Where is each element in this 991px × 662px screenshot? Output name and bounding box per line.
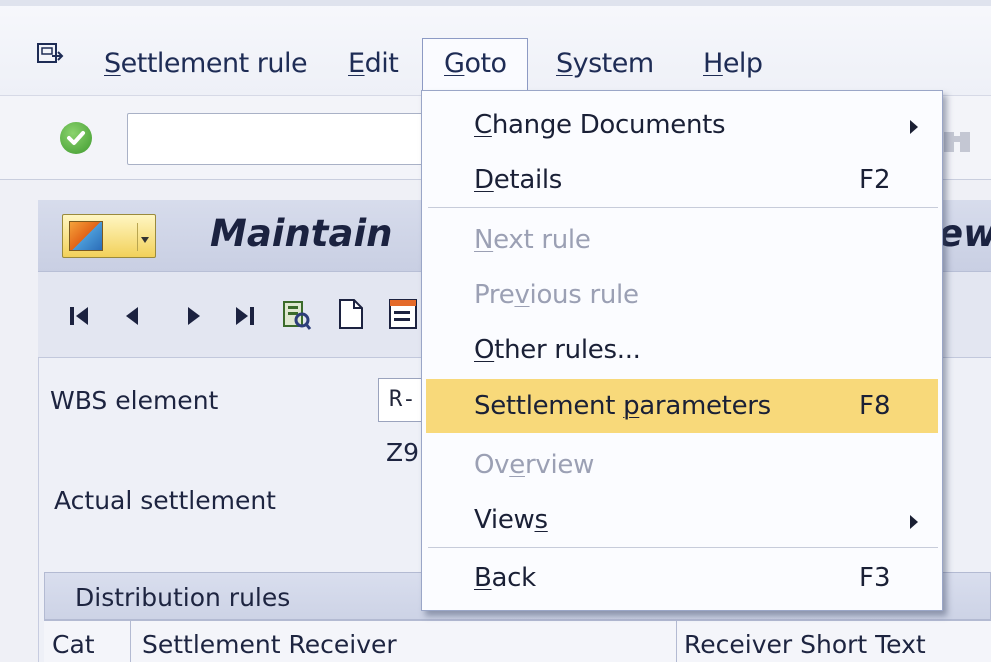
menu-item-label: Change Documents (474, 110, 726, 140)
column-header-receiver-short-text[interactable]: Receiver Short Text (684, 630, 926, 659)
menu-goto[interactable]: Goto (444, 48, 507, 79)
column-header-settlement-receiver[interactable]: Settlement Receiver (142, 630, 397, 659)
enter-check-icon[interactable] (60, 122, 92, 154)
distribution-rules-title: Distribution rules (75, 583, 291, 612)
label-rest: ther rules... (494, 335, 641, 365)
first-icon (70, 307, 88, 325)
menu-item-label: Next rule (474, 225, 591, 255)
label-rest: rview (524, 450, 595, 480)
page-title: Maintain (210, 212, 393, 255)
menu-item-views[interactable]: Views (422, 493, 942, 547)
menu-help[interactable]: Help (703, 48, 763, 79)
menu-separator (428, 207, 938, 208)
menu-item-label: Previous rule (474, 280, 639, 310)
submenu-arrow-icon (910, 515, 918, 529)
chevron-down-icon[interactable] (137, 223, 151, 251)
next-icon (188, 307, 200, 325)
menu-system[interactable]: System (556, 48, 654, 79)
previous-icon (126, 307, 138, 325)
checkmark-icon (67, 131, 85, 145)
mnemonic: v (514, 280, 530, 310)
shortcut-key: F2 (859, 165, 891, 195)
menu-help-mnemonic: H (703, 48, 723, 79)
column-separator (676, 620, 677, 662)
menu-item-other-rules[interactable]: Other rules... (422, 323, 942, 377)
label-rest: ack (491, 563, 537, 593)
column-separator (130, 620, 131, 662)
wbs-element-value: R- (389, 387, 416, 412)
shortcut-key: F8 (859, 391, 891, 421)
shortcut-key: F3 (859, 563, 891, 593)
menu-settlement-rule-mnemonic: S (104, 48, 121, 79)
mnemonic: e (509, 450, 525, 480)
column-header-cat[interactable]: Cat (52, 630, 95, 659)
mnemonic: s (534, 505, 549, 535)
page-title-tail: ew (938, 212, 991, 255)
mnemonic: p (623, 391, 640, 421)
mnemonic: B (474, 563, 492, 593)
actual-settlement-label: Actual settlement (54, 486, 276, 515)
mnemonic: D (474, 165, 494, 195)
label-start: Settlement (474, 391, 624, 421)
menu-item-back[interactable]: Back F3 (422, 551, 942, 605)
last-record-icon[interactable] (232, 303, 256, 334)
menu-item-label: Back (474, 563, 536, 593)
display-change-button[interactable] (62, 214, 156, 258)
wbs-element-label: WBS element (50, 386, 219, 415)
label-start: Pre (474, 280, 515, 310)
mnemonic: C (474, 110, 492, 140)
menu-item-label: Overview (474, 450, 594, 480)
find-icon[interactable] (940, 126, 980, 158)
label-rest: arameters (639, 391, 771, 421)
last-icon (236, 307, 254, 325)
menu-settlement-rule-rest: ettlement rule (120, 48, 308, 79)
label-start: Ov (474, 450, 510, 480)
submenu-arrow-icon (910, 120, 918, 134)
menu-settlement-rule[interactable]: Settlement rule (104, 48, 308, 79)
menu-edit-mnemonic: E (348, 48, 365, 79)
new-document-icon[interactable] (336, 296, 366, 332)
wbs-description-text: Z9 (386, 438, 420, 467)
menu-item-details[interactable]: Details F2 (422, 153, 942, 207)
menu-goto-mnemonic: G (444, 48, 465, 79)
menu-edit[interactable]: Edit (348, 48, 399, 79)
menu-item-next-rule[interactable]: Next rule (422, 213, 942, 267)
menu-edit-rest: dit (364, 48, 399, 79)
menu-system-rest: ystem (572, 48, 655, 79)
menu-separator (428, 547, 938, 548)
menu-item-label: Details (474, 165, 562, 195)
menu-item-label: Other rules... (474, 335, 641, 365)
label-rest: hange Documents (491, 110, 726, 140)
binoculars-icon (944, 132, 970, 152)
menu-item-label: Settlement parameters (474, 391, 771, 421)
menu-help-rest: elp (722, 48, 763, 79)
label-rest: etails (493, 165, 563, 195)
menu-item-overview[interactable]: Overview (422, 438, 942, 492)
mnemonic: N (474, 225, 494, 255)
parameters-icon[interactable] (388, 296, 418, 332)
menu-bar-top-edge (0, 0, 991, 6)
label-rest: ext rule (493, 225, 591, 255)
menu-item-settlement-parameters[interactable]: Settlement parameters F8 (426, 379, 938, 433)
overview-search-icon[interactable] (282, 296, 312, 332)
goto-dropdown-menu: Change Documents Details F2 Next rule Pr… (421, 90, 943, 611)
first-record-icon[interactable] (68, 303, 92, 334)
next-record-icon[interactable] (184, 303, 204, 334)
menu-item-previous-rule[interactable]: Previous rule (422, 268, 942, 322)
menu-item-change-documents[interactable]: Change Documents (422, 98, 942, 152)
label-rest: ious rule (529, 280, 639, 310)
label-start: View (474, 505, 535, 535)
menu-goto-rest: oto (464, 48, 507, 79)
previous-record-icon[interactable] (122, 303, 142, 334)
menu-system-mnemonic: S (556, 48, 573, 79)
menu-item-label: Views (474, 505, 548, 535)
mnemonic: O (474, 335, 495, 365)
command-field[interactable] (127, 113, 427, 165)
display-change-icon (69, 221, 103, 251)
menu-exit-icon[interactable] (36, 42, 64, 66)
